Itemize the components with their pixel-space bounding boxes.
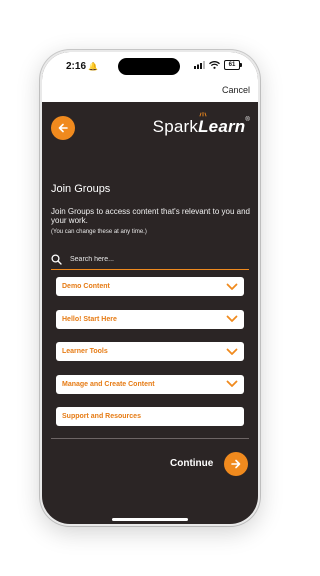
home-indicator[interactable] <box>112 518 188 521</box>
chevron-down-icon[interactable] <box>226 348 238 356</box>
logo-spark-text: Spark <box>152 117 199 136</box>
logo-registered-mark: ® <box>245 117 250 123</box>
cancel-button[interactable]: Cancel <box>222 85 250 95</box>
app-screen: 2:16 🔔 61 Cancel SparkLearn® Join Groups… <box>42 52 258 524</box>
page-title: Join Groups <box>51 183 111 195</box>
search-input[interactable] <box>68 254 242 264</box>
group-item-hello-start-here[interactable]: Hello! Start Here <box>56 309 244 329</box>
sparklearn-logo: SparkLearn® <box>152 112 250 137</box>
phone-frame: 2:16 🔔 61 Cancel SparkLearn® Join Groups… <box>40 50 260 526</box>
system-icons: 61 <box>194 60 242 70</box>
group-label: Demo Content <box>62 283 110 290</box>
page-description: Join Groups to access content that's rel… <box>51 207 250 225</box>
group-item-support-and-resources[interactable]: Support and Resources <box>56 407 244 426</box>
continue-label[interactable]: Continue <box>170 458 213 469</box>
group-label: Learner Tools <box>62 348 108 355</box>
dynamic-island <box>118 58 180 75</box>
battery-icon: 61 <box>224 60 242 70</box>
chevron-down-icon[interactable] <box>226 283 238 291</box>
group-item-demo-content[interactable]: Demo Content <box>56 277 244 296</box>
bell-icon: 🔔 <box>88 62 98 71</box>
wifi-icon <box>209 61 220 69</box>
continue-button[interactable] <box>224 452 248 476</box>
status-time-text: 2:16 <box>66 61 87 72</box>
page-note: (You can change these at any time.) <box>51 229 147 235</box>
signal-icon <box>194 61 205 69</box>
chevron-down-icon[interactable] <box>226 315 238 323</box>
arrow-right-icon <box>231 459 241 469</box>
search-bar <box>51 249 249 270</box>
back-button[interactable] <box>51 116 75 140</box>
group-list: Demo Content Hello! Start Here Learner T… <box>56 277 244 440</box>
logo-learn-text: Learn <box>198 117 246 136</box>
group-label: Hello! Start Here <box>62 315 117 323</box>
spark-icon <box>199 112 207 117</box>
arrow-left-icon <box>58 123 68 133</box>
chevron-down-icon[interactable] <box>226 380 238 388</box>
group-label: Support and Resources <box>62 413 141 420</box>
group-item-manage-and-create-content[interactable]: Manage and Create Content <box>56 374 244 394</box>
search-icon <box>51 253 62 265</box>
status-bar: 2:16 🔔 61 Cancel <box>42 52 258 102</box>
footer-divider <box>51 438 249 439</box>
status-time: 2:16 🔔 <box>66 61 98 72</box>
group-label: Manage and Create Content <box>62 380 155 388</box>
group-item-learner-tools[interactable]: Learner Tools <box>56 342 244 361</box>
